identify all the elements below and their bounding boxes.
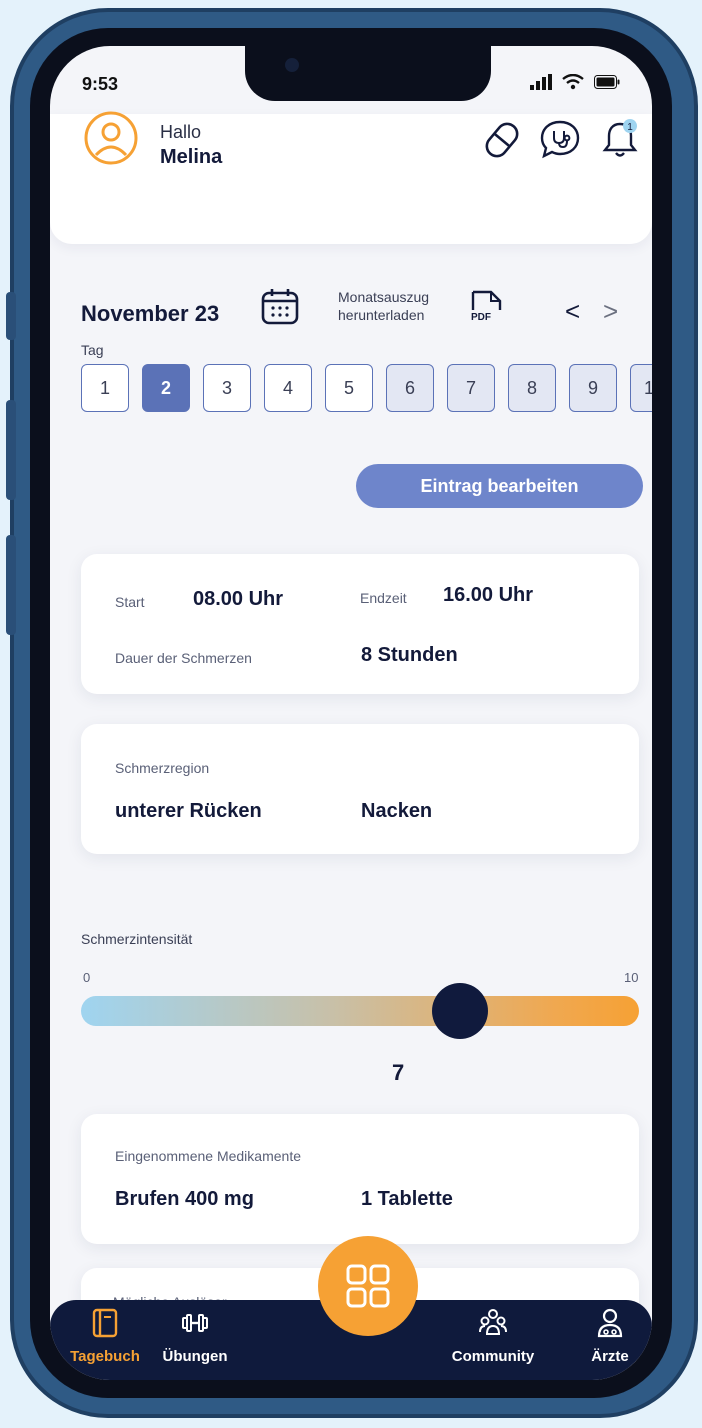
pdf-download-line2: herunterladen bbox=[338, 307, 425, 323]
duration-label: Dauer der Schmerzen bbox=[115, 650, 252, 666]
pain-region-value: Nacken bbox=[361, 800, 433, 822]
doctor-chat-icon[interactable] bbox=[538, 118, 582, 162]
user-name: Melina bbox=[160, 146, 223, 168]
tab-community-label: Community bbox=[451, 1348, 535, 1365]
pdf-download-line1: Monatsauszug bbox=[338, 289, 430, 305]
pain-intensity-label: Schmerzintensität bbox=[81, 931, 193, 947]
volume-up-button bbox=[6, 400, 16, 500]
pain-region-card: Schmerzregion unterer Rücken Nacken bbox=[81, 724, 639, 854]
day-button[interactable]: 8 bbox=[508, 364, 556, 412]
end-label: Endzeit bbox=[360, 590, 407, 606]
start-label: Start bbox=[115, 594, 145, 610]
medication-name: Brufen 400 mg bbox=[115, 1188, 254, 1210]
day-button[interactable]: 6 bbox=[386, 364, 434, 412]
day-button[interactable]: 7 bbox=[447, 364, 495, 412]
day-button[interactable]: 5 bbox=[325, 364, 373, 412]
battery-icon bbox=[594, 75, 620, 89]
app-screen: Mögliche Auslöser 9:53 bbox=[50, 46, 652, 1380]
bell-icon[interactable]: 1 bbox=[598, 118, 642, 162]
day-button-selected[interactable]: 2 bbox=[142, 364, 190, 412]
grid-icon bbox=[346, 1264, 390, 1308]
diary-icon bbox=[92, 1308, 118, 1338]
next-month-button[interactable]: > bbox=[603, 296, 618, 327]
pain-region-label: Schmerzregion bbox=[115, 760, 210, 776]
medication-amount: 1 Tablette bbox=[361, 1188, 453, 1210]
menu-grid-button[interactable] bbox=[318, 1236, 418, 1336]
pdf-badge: PDF bbox=[471, 312, 491, 323]
pill-icon[interactable] bbox=[480, 118, 524, 162]
mute-switch bbox=[6, 292, 16, 340]
day-selector: 1 2 3 4 5 6 7 8 9 10 bbox=[81, 364, 652, 412]
pain-intensity-value: 7 bbox=[392, 1060, 405, 1085]
slider-thumb[interactable] bbox=[432, 983, 489, 1039]
avatar-icon[interactable] bbox=[84, 111, 138, 165]
edit-entry-button[interactable]: Eintrag bearbeiten bbox=[356, 464, 643, 508]
dumbbell-icon bbox=[182, 1314, 208, 1332]
intensity-min-label: 0 bbox=[83, 970, 91, 985]
tab-community[interactable]: Community bbox=[438, 1308, 548, 1365]
pain-region-value: unterer Rücken bbox=[115, 800, 262, 822]
month-label: November 23 bbox=[81, 301, 220, 326]
day-button[interactable]: 4 bbox=[264, 364, 312, 412]
phone-bezel: Mögliche Auslöser 9:53 bbox=[30, 28, 672, 1398]
intensity-max-label: 10 bbox=[624, 970, 639, 985]
tab-exercises[interactable]: Übungen bbox=[140, 1308, 250, 1365]
community-icon bbox=[479, 1309, 507, 1335]
previous-month-button[interactable]: < bbox=[565, 296, 580, 327]
duration-value: 8 Stunden bbox=[361, 644, 458, 666]
front-camera bbox=[285, 58, 299, 72]
end-value: 16.00 Uhr bbox=[443, 584, 534, 606]
wifi-icon bbox=[562, 74, 584, 90]
medications-card: Eingenommene Medikamente Brufen 400 mg 1… bbox=[81, 1114, 639, 1244]
status-time: 9:53 bbox=[82, 74, 119, 94]
notification-badge: 1 bbox=[627, 122, 633, 133]
tab-exercises-label: Übungen bbox=[162, 1348, 228, 1365]
notch bbox=[245, 46, 491, 101]
day-button[interactable]: 9 bbox=[569, 364, 617, 412]
tab-doctors-label: Ärzte bbox=[591, 1348, 629, 1365]
time-card: Start 08.00 Uhr Endzeit 16.00 Uhr Dauer … bbox=[81, 554, 639, 694]
day-button[interactable]: 1 bbox=[81, 364, 129, 412]
status-icons bbox=[530, 74, 620, 90]
day-label: Tag bbox=[81, 342, 104, 358]
medications-label: Eingenommene Medikamente bbox=[115, 1148, 301, 1164]
signal-icon bbox=[530, 74, 552, 90]
calendar-icon[interactable] bbox=[260, 286, 300, 326]
day-button[interactable]: 10 bbox=[630, 364, 652, 412]
day-button[interactable]: 3 bbox=[203, 364, 251, 412]
greeting: Hallo bbox=[160, 122, 202, 142]
tab-doctors[interactable]: Ärzte bbox=[555, 1308, 652, 1365]
pain-intensity-slider[interactable] bbox=[81, 996, 639, 1026]
start-value: 08.00 Uhr bbox=[193, 588, 284, 610]
pdf-download-link[interactable]: Monatsauszug herunterladen bbox=[338, 288, 429, 324]
volume-down-button bbox=[6, 535, 16, 635]
doctor-icon bbox=[597, 1308, 623, 1338]
